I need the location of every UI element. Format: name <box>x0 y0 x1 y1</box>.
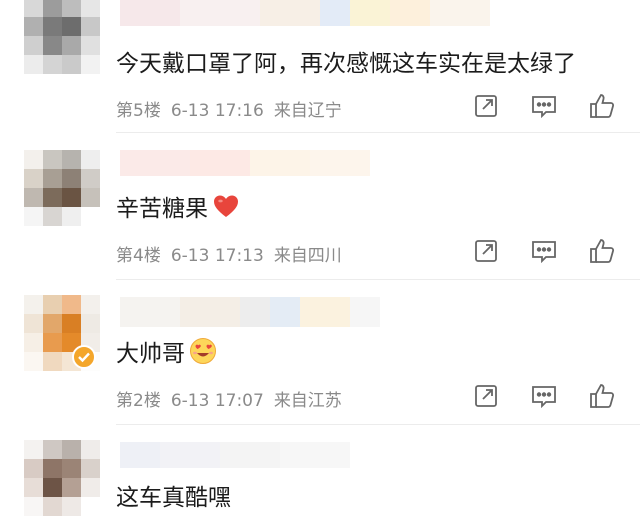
divider <box>116 132 640 133</box>
comment-meta: 第5楼 6-13 17:16 来自辽宁 <box>116 96 352 121</box>
like-button[interactable] <box>588 382 616 410</box>
reply-button[interactable] <box>530 237 558 265</box>
checkmark-icon <box>78 352 90 363</box>
timestamp: 6-13 17:07 <box>170 391 264 411</box>
comment-text: 这车真酷嘿 <box>116 485 231 511</box>
comment-text: 今天戴口罩了阿，再次感慨这车实在是太绿了 <box>116 51 576 77</box>
floor-number: 第2楼 <box>116 391 161 411</box>
location: 来自江苏 <box>273 391 342 411</box>
avatar[interactable] <box>24 150 100 226</box>
thumbs-up-icon <box>590 239 615 263</box>
verified-badge <box>72 345 96 369</box>
share-button[interactable] <box>472 237 500 265</box>
heart-eyes-face-icon <box>190 338 216 364</box>
location: 来自辽宁 <box>273 101 342 121</box>
share-icon <box>475 240 497 262</box>
red-heart-icon <box>214 195 238 217</box>
username-blurred[interactable] <box>120 150 370 176</box>
share-button[interactable] <box>472 92 500 120</box>
reply-button[interactable] <box>530 382 558 410</box>
comment-icon <box>532 96 556 118</box>
thumbs-up-icon <box>590 384 615 408</box>
timestamp: 6-13 17:16 <box>170 101 264 121</box>
username-blurred[interactable] <box>120 297 380 327</box>
reply-button[interactable] <box>530 92 558 120</box>
comment-text: 辛苦糖果 <box>116 189 240 223</box>
like-button[interactable] <box>588 92 616 120</box>
comment-meta: 第4楼 6-13 17:13 来自四川 <box>116 241 352 266</box>
comment-meta: 第2楼 6-13 17:07 来自江苏 <box>116 386 352 411</box>
comment-icon <box>532 241 556 263</box>
divider <box>116 424 640 425</box>
divider <box>116 279 640 280</box>
username-blurred[interactable] <box>120 0 490 26</box>
share-button[interactable] <box>472 382 500 410</box>
thumbs-up-icon <box>590 94 615 118</box>
timestamp: 6-13 17:13 <box>170 246 264 266</box>
avatar[interactable] <box>24 0 100 74</box>
floor-number: 第4楼 <box>116 246 161 266</box>
share-icon <box>475 385 497 407</box>
location: 来自四川 <box>273 246 342 266</box>
comment-icon <box>532 386 556 408</box>
share-icon <box>475 95 497 117</box>
comment-text: 大帅哥 <box>116 334 217 368</box>
like-button[interactable] <box>588 237 616 265</box>
floor-number: 第5楼 <box>116 101 161 121</box>
avatar[interactable] <box>24 440 100 516</box>
username-blurred[interactable] <box>120 442 350 468</box>
